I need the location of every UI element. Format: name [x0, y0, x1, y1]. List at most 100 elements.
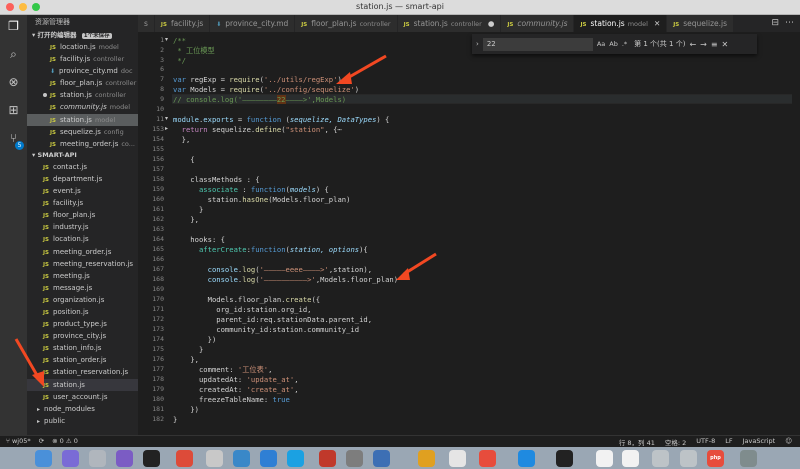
app-icon[interactable] [116, 450, 133, 467]
whole-word-option[interactable]: Ab [609, 40, 618, 48]
toggle-replace-icon[interactable]: › [476, 40, 479, 48]
code-editor[interactable]: 1 2 3 6 7 8 9 10 11 153 154 155 156 157 158 159 160 161 16… [138, 32, 800, 435]
qq-icon[interactable] [556, 450, 573, 467]
problems-indicator[interactable]: ⊗ 0 ⚠ 0 [52, 437, 78, 445]
app-icon[interactable] [233, 450, 250, 467]
cursor-position[interactable]: 行 8，列 41 [619, 437, 655, 447]
project-file-item[interactable]: JS position.js [27, 306, 138, 318]
launchpad-icon[interactable] [89, 450, 106, 467]
code-line-173: }) [173, 335, 217, 344]
open-editor-item[interactable]: JS station.js model [27, 113, 138, 126]
js-file-icon: JS [50, 105, 57, 112]
editor-tab[interactable]: JS station.js model ✕ [574, 15, 668, 32]
open-editors-header[interactable]: ▾ 打开的编辑器 1个未保存 [27, 30, 138, 41]
explorer-icon[interactable]: ❐ [6, 19, 21, 34]
open-editor-item[interactable]: JS sequelize.js config [27, 126, 138, 138]
editor-tab[interactable]: s [138, 15, 155, 32]
file-name: station_order.js [53, 356, 107, 365]
branch-indicator[interactable]: ⑂ wj05* [6, 437, 31, 445]
preview-icon[interactable] [206, 450, 223, 467]
regex-option[interactable]: .* [622, 40, 627, 48]
project-file-item[interactable]: JS event.js [27, 185, 138, 197]
editor-tab[interactable]: JS station.js controller ● [397, 15, 502, 32]
trash-icon[interactable] [740, 450, 757, 467]
app-icon[interactable] [652, 450, 669, 467]
js-file-icon: JS [43, 213, 50, 220]
folder-item[interactable]: ▸ node_modules [27, 403, 138, 415]
project-file-item[interactable]: JS department.js [27, 173, 138, 185]
project-file-item[interactable]: JS user_account.js [27, 391, 138, 403]
string-literal: '—————eeee————>' [259, 265, 329, 274]
project-file-item[interactable]: JS product_type.js [27, 318, 138, 330]
app-icon[interactable] [680, 450, 697, 467]
safari-icon[interactable] [518, 450, 535, 467]
code-text: Models.floor_plan. [173, 295, 286, 304]
open-editor-item[interactable]: JS station.js controller [27, 89, 138, 101]
fold-toggle-icon[interactable]: ▾ [165, 115, 168, 122]
open-editor-item[interactable]: ⬇ province_city.md doc [27, 65, 138, 77]
project-file-item[interactable]: JS meeting_order.js [27, 246, 138, 258]
project-file-item[interactable]: JS industry.js [27, 221, 138, 233]
more-actions-icon[interactable]: ⋯ [785, 18, 794, 28]
editor-tab[interactable]: JS facility.js [154, 15, 211, 32]
app-store-icon[interactable] [287, 450, 304, 467]
project-file-item[interactable]: JS organization.js [27, 294, 138, 306]
chrome-icon[interactable] [176, 450, 193, 467]
editor-tab[interactable]: JS community.js [501, 15, 575, 32]
open-editor-item[interactable]: JS meeting_order.js co... [27, 138, 138, 150]
project-file-item[interactable]: JS location.js [27, 233, 138, 245]
app-icon[interactable] [479, 450, 496, 467]
find-input[interactable] [482, 37, 593, 51]
project-file-item[interactable]: JS message.js [27, 282, 138, 294]
project-file-item[interactable]: JS meeting_reservation.js [27, 258, 138, 270]
sublime-icon[interactable] [418, 450, 435, 467]
terminal-icon[interactable] [143, 450, 160, 467]
project-file-item[interactable]: JS contact.js [27, 161, 138, 173]
app-icon[interactable] [373, 450, 390, 467]
debug-icon[interactable]: ⊗ [6, 75, 21, 90]
match-case-option[interactable]: Aa [597, 40, 605, 48]
project-file-item[interactable]: JS meeting.js [27, 270, 138, 282]
project-header[interactable]: ▾ SMART-API [27, 150, 138, 161]
language-mode[interactable]: JavaScript [743, 437, 776, 447]
app-icon[interactable] [449, 450, 466, 467]
sync-icon[interactable]: ⟳ [39, 437, 44, 445]
line-ending[interactable]: LF [725, 437, 732, 447]
open-editor-item[interactable]: JS floor_plan.js controller [27, 77, 138, 89]
project-file-item[interactable]: JS floor_plan.js [27, 209, 138, 221]
line-number: 2 [160, 46, 164, 54]
app-icon[interactable] [346, 450, 363, 467]
finder-icon[interactable] [35, 450, 52, 467]
vscode-icon[interactable] [260, 450, 277, 467]
app-icon[interactable] [622, 450, 639, 467]
keyword: true [272, 395, 290, 404]
editor-tab[interactable]: JS sequelize.js [667, 15, 734, 32]
search-icon[interactable]: ⌕ [6, 47, 21, 62]
previous-match-icon[interactable]: ← [689, 40, 696, 49]
indentation[interactable]: 空格: 2 [665, 437, 686, 447]
folder-item[interactable]: ▸ public [27, 415, 138, 427]
file-name: meeting.js [53, 271, 90, 280]
tab-label: station.js [413, 19, 448, 28]
js-file-icon: JS [50, 45, 57, 51]
fold-toggle-icon[interactable]: ▸ [165, 125, 168, 132]
open-editor-item[interactable]: JS location.js model [27, 41, 138, 53]
app-icon[interactable] [319, 450, 336, 467]
encoding[interactable]: UTF-8 [696, 437, 715, 447]
project-file-item[interactable]: JS facility.js [27, 197, 138, 209]
find-in-selection-icon[interactable]: ≡ [711, 40, 718, 49]
unsaved-dot-icon[interactable]: ● [488, 19, 495, 28]
close-icon[interactable]: ✕ [654, 19, 660, 28]
next-match-icon[interactable]: → [700, 40, 707, 49]
extensions-icon[interactable]: ⊞ [6, 103, 21, 118]
siri-icon[interactable] [62, 450, 79, 467]
editor-tab[interactable]: JS floor_plan.js controller [295, 15, 398, 32]
close-icon[interactable]: ✕ [722, 40, 729, 49]
editor-tab[interactable]: ⬇ province_city.md [210, 15, 296, 32]
split-editor-icon[interactable]: ⊟ [771, 18, 779, 28]
feedback-icon[interactable]: ☺ [785, 437, 792, 447]
open-editor-item[interactable]: JS community.js model [27, 101, 138, 113]
fold-toggle-icon[interactable]: ▾ [165, 36, 168, 43]
app-icon[interactable] [596, 450, 613, 467]
open-editor-item[interactable]: JS facility.js controller [27, 53, 138, 65]
